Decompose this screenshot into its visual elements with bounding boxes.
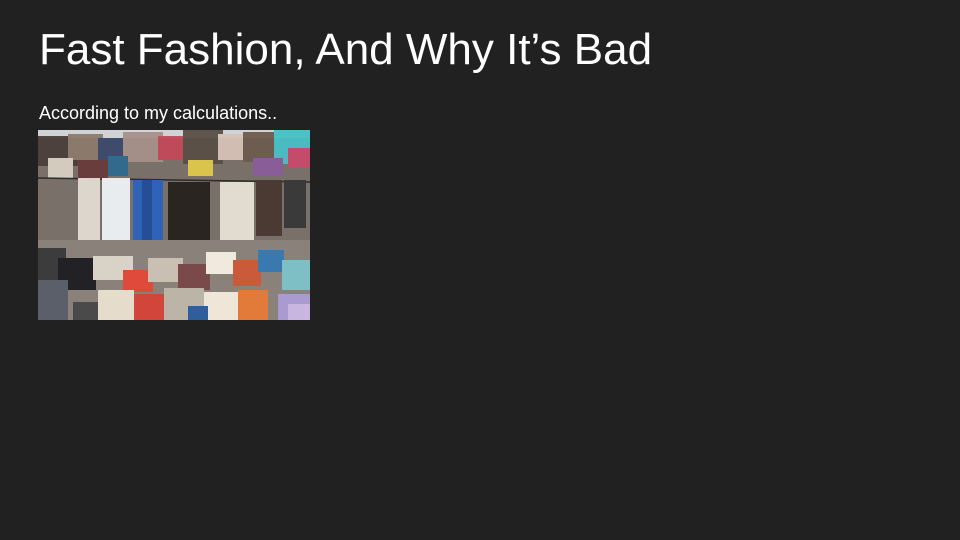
slide-body-text: According to my calculations.. [39, 103, 278, 123]
slide-title: Fast Fashion, And Why It’s Bad [39, 25, 653, 74]
slide: Fast Fashion, And Why It’s Bad According… [0, 0, 960, 540]
landfill-clothing-photo [38, 130, 310, 320]
